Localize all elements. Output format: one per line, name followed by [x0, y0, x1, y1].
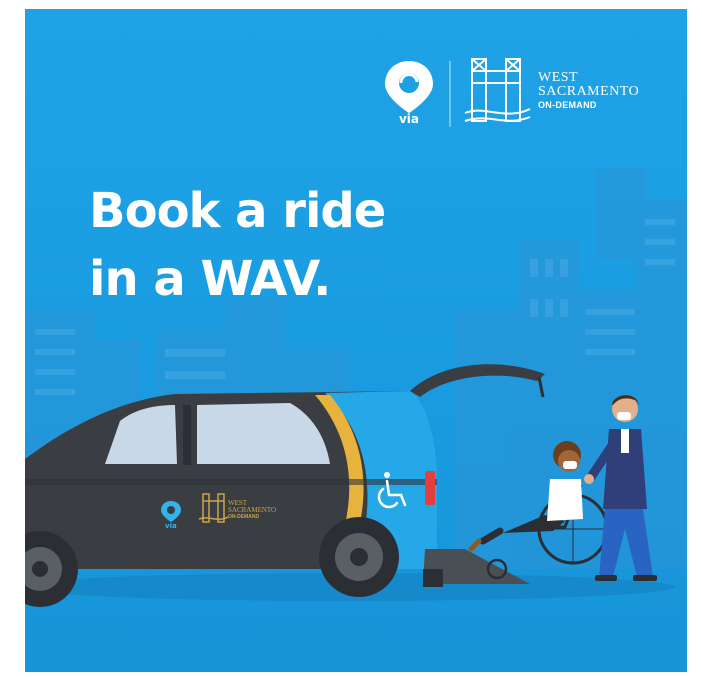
headline-line-1: Book a ride — [89, 183, 386, 239]
tower-bridge-logo-icon — [464, 58, 531, 122]
partner-line-1: WEST — [538, 70, 579, 85]
via-logo-icon — [385, 61, 433, 113]
ad-poster: via WEST SACRAMENTO ON-DEMAND Book a rid… — [25, 9, 687, 672]
via-wordmark: via — [398, 112, 420, 126]
partner-line-2: SACRAMENTO — [538, 84, 640, 99]
headline: Book a ride in a WAV. — [89, 177, 386, 313]
van-partner-line-3: ON-DEMAND — [228, 514, 260, 520]
van-partner-text: WEST SACRAMENTO ON-DEMAND — [228, 500, 277, 521]
headline-line-2: in a WAV. — [89, 251, 331, 307]
partner-line-3: ON-DEMAND — [538, 100, 597, 110]
van-via-wordmark: via — [165, 522, 177, 530]
van-partner-line-2: SACRAMENTO — [228, 506, 277, 514]
partner-brand-text: WEST SACRAMENTO ON-DEMAND — [538, 71, 639, 111]
